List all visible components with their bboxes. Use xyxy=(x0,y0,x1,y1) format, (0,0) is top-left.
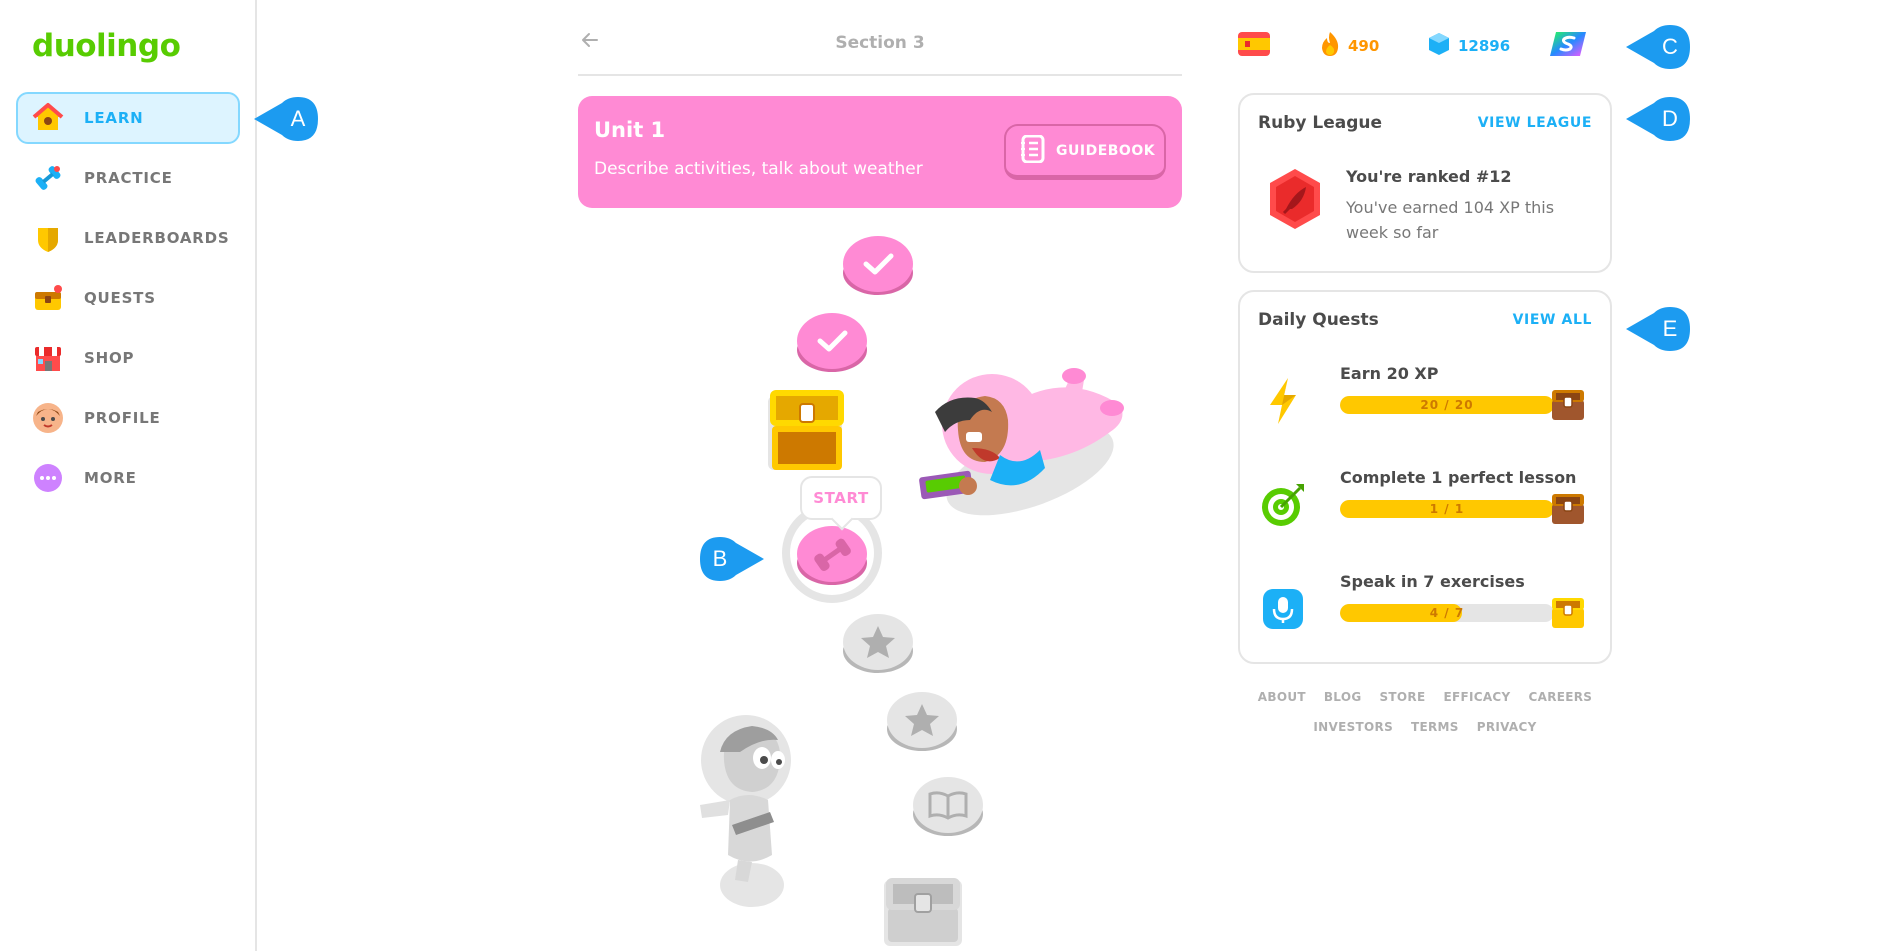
daily-quests-card: Daily Quests VIEW ALL Earn 20 XP 20 / 20… xyxy=(1238,290,1612,664)
lesson-node-current[interactable] xyxy=(797,526,867,584)
streak-counter[interactable]: 490 xyxy=(1320,28,1379,64)
chest-node[interactable] xyxy=(768,390,844,470)
footer-link-blog[interactable]: BLOG xyxy=(1324,690,1362,704)
footer-link-investors[interactable]: INVESTORS xyxy=(1313,720,1393,734)
quest-title: Complete 1 perfect lesson xyxy=(1340,468,1577,487)
lesson-node-completed[interactable] xyxy=(797,313,867,371)
footer-link-terms[interactable]: TERMS xyxy=(1411,720,1459,734)
story-node-locked[interactable] xyxy=(913,777,983,835)
view-all-quests-link[interactable]: VIEW ALL xyxy=(1513,312,1592,328)
lightning-icon xyxy=(1258,376,1308,426)
super-icon xyxy=(1548,30,1588,62)
quest-item: Complete 1 perfect lesson 1 / 1 xyxy=(1258,464,1594,544)
footer-link-privacy[interactable]: PRIVACY xyxy=(1477,720,1537,734)
quest-progress-text: 1 / 1 xyxy=(1429,502,1465,516)
ruby-league-icon xyxy=(1266,167,1324,235)
streak-count: 490 xyxy=(1348,37,1380,55)
fire-icon xyxy=(1320,31,1340,61)
footer: ABOUT BLOG STORE EFFICACY CAREERS INVEST… xyxy=(1238,690,1612,750)
gem-icon xyxy=(1428,32,1450,60)
quest-progress-bar: 1 / 1 xyxy=(1340,500,1554,518)
quest-progress-text: 4 / 7 xyxy=(1429,606,1465,620)
quest-item: Earn 20 XP 20 / 20 xyxy=(1258,360,1594,440)
rank-title: You're ranked #12 xyxy=(1346,167,1512,186)
footer-link-store[interactable]: STORE xyxy=(1379,690,1425,704)
treasure-chest-icon xyxy=(1550,596,1586,634)
spanish-flag-icon xyxy=(1238,32,1270,60)
microphone-icon xyxy=(1258,584,1308,634)
start-tooltip[interactable]: START xyxy=(800,476,882,520)
league-card: Ruby League VIEW LEAGUE You're ranked #1… xyxy=(1238,93,1612,273)
quest-progress-bar: 20 / 20 xyxy=(1340,396,1554,414)
footer-link-careers[interactable]: CAREERS xyxy=(1529,690,1593,704)
super-button[interactable] xyxy=(1548,28,1588,64)
quests-title: Daily Quests xyxy=(1258,310,1379,330)
treasure-chest-icon xyxy=(1550,388,1586,426)
footer-row: ABOUT BLOG STORE EFFICACY CAREERS xyxy=(1238,690,1612,704)
language-selector[interactable] xyxy=(1238,28,1270,64)
treasure-chest-icon xyxy=(1550,492,1586,530)
chest-node-locked[interactable] xyxy=(884,878,962,946)
footer-link-efficacy[interactable]: EFFICACY xyxy=(1443,690,1510,704)
quest-progress-text: 20 / 20 xyxy=(1420,398,1474,412)
quest-title: Earn 20 XP xyxy=(1340,364,1439,383)
view-league-link[interactable]: VIEW LEAGUE xyxy=(1478,115,1592,131)
quest-title: Speak in 7 exercises xyxy=(1340,572,1525,591)
stats-bar: 490 12896 xyxy=(1238,28,1598,64)
lying-character-illustration xyxy=(919,368,1124,516)
quest-progress-bar: 4 / 7 xyxy=(1340,604,1554,622)
rank-description: You've earned 104 XP this week so far xyxy=(1346,198,1555,242)
gems-count: 12896 xyxy=(1458,37,1511,55)
gems-counter[interactable]: 12896 xyxy=(1428,28,1510,64)
footer-row: INVESTORS TERMS PRIVACY xyxy=(1238,720,1612,734)
league-title: Ruby League xyxy=(1258,113,1382,133)
lesson-node-locked[interactable] xyxy=(843,614,913,672)
quest-item: Speak in 7 exercises 4 / 7 xyxy=(1258,568,1594,648)
lesson-node-completed[interactable] xyxy=(843,236,913,294)
footer-link-about[interactable]: ABOUT xyxy=(1258,690,1306,704)
target-icon xyxy=(1258,480,1308,530)
locked-character-illustration xyxy=(700,715,791,907)
lesson-node-locked[interactable] xyxy=(887,692,957,750)
